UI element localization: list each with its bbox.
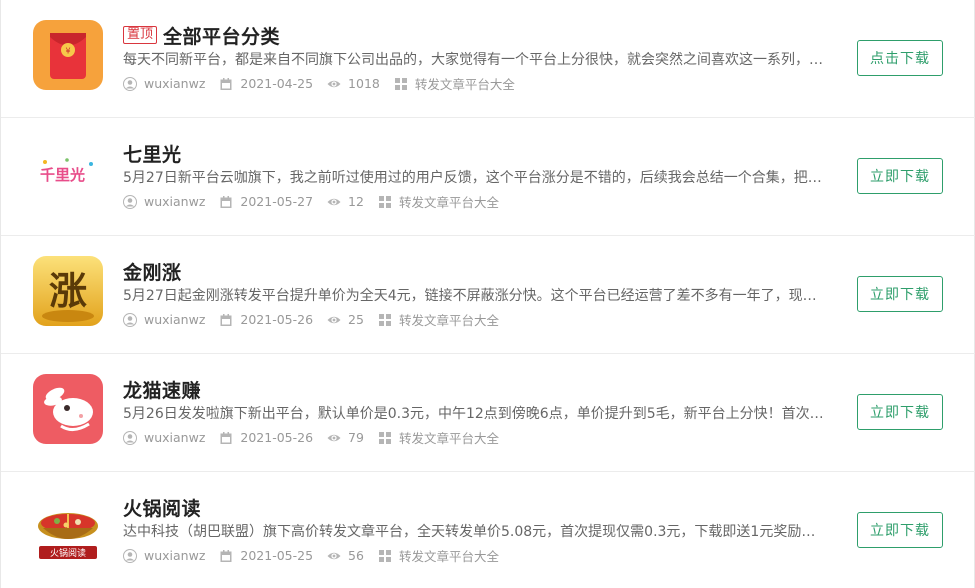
item-description: 5月27日起金刚涨转发平台提升单价为全天4元，链接不屏蔽涨分快。这个平台已经运营… — [123, 288, 828, 304]
platform-list: ¥ 置顶 全部平台分类 每天不同新平台，都是来自不同旗下公司出品的，大家觉得有一… — [0, 0, 975, 588]
post-date: 2021-05-26 — [240, 430, 314, 445]
item-meta: wuxianwz 2021-05-25 56 转发文章平台大全 — [123, 546, 513, 565]
user-icon — [123, 548, 137, 563]
author-name[interactable]: wuxianwz — [144, 76, 205, 91]
category-link[interactable]: 转发文章平台大全 — [399, 192, 499, 211]
item-meta: wuxianwz 2021-05-26 25 转发文章平台大全 — [123, 310, 513, 329]
view-count: 79 — [348, 430, 364, 445]
view-count: 12 — [348, 194, 364, 209]
list-item[interactable]: ¥ 置顶 全部平台分类 每天不同新平台，都是来自不同旗下公司出品的，大家觉得有一… — [1, 0, 975, 118]
author-name[interactable]: wuxianwz — [144, 548, 205, 563]
eye-icon — [327, 316, 341, 323]
download-button[interactable]: 点击下载 — [857, 40, 943, 76]
logo-text: 火锅阅读 — [50, 547, 86, 559]
item-title[interactable]: 火锅阅读 — [123, 494, 201, 521]
list-item[interactable]: 千里光 七里光 5月27日新平台云咖旗下，我之前听过使用过的用户反馈，这个平台涨… — [1, 118, 975, 236]
calendar-icon — [220, 549, 232, 562]
item-title[interactable]: 龙猫速赚 — [123, 376, 201, 403]
user-icon — [123, 194, 137, 209]
logo-text: 涨 — [49, 269, 87, 313]
svg-text:¥: ¥ — [65, 47, 70, 56]
download-button[interactable]: 立即下载 — [857, 394, 943, 430]
view-count: 25 — [348, 312, 364, 327]
author-name[interactable]: wuxianwz — [144, 430, 205, 445]
red-envelope-icon[interactable]: ¥ — [33, 20, 103, 90]
eye-icon — [327, 552, 341, 559]
item-description: 每天不同新平台，都是来自不同旗下公司出品的，大家觉得有一个平台上分很快，就会突然… — [123, 52, 823, 68]
list-item[interactable]: 火锅阅读 火锅阅读 达中科技（胡巴联盟）旗下高价转发文章平台，全天转发单价5.0… — [1, 472, 975, 588]
grid-icon — [378, 195, 391, 208]
download-button[interactable]: 立即下载 — [857, 512, 943, 548]
category-link[interactable]: 转发文章平台大全 — [399, 428, 499, 447]
item-description: 5月27日新平台云咖旗下，我之前听过使用过的用户反馈，这个平台涨分是不错的，后续… — [123, 170, 822, 186]
item-title[interactable]: 金刚涨 — [123, 258, 182, 285]
calendar-icon — [220, 313, 232, 326]
calendar-icon — [220, 431, 232, 444]
logo-text: 千里光 — [40, 166, 85, 184]
category-link[interactable]: 转发文章平台大全 — [415, 74, 515, 93]
hotpot-icon[interactable]: 火锅阅读 — [33, 492, 103, 562]
post-date: 2021-05-25 — [240, 548, 314, 563]
list-item[interactable]: 涨 金刚涨 5月27日起金刚涨转发平台提升单价为全天4元，链接不屏蔽涨分快。这个… — [1, 236, 975, 354]
view-count: 56 — [348, 548, 364, 563]
grid-icon — [378, 431, 391, 444]
category-link[interactable]: 转发文章平台大全 — [399, 546, 499, 565]
item-description: 达中科技（胡巴联盟）旗下高价转发文章平台，全天转发单价5.08元，首次提现仅需0… — [123, 524, 828, 540]
item-title[interactable]: 全部平台分类 — [163, 22, 280, 49]
grid-icon — [394, 77, 407, 90]
item-meta: wuxianwz 2021-04-25 1018 转发文章平台大全 — [123, 74, 529, 93]
user-icon — [123, 76, 137, 91]
rabbit-icon[interactable] — [33, 374, 103, 444]
item-description: 5月26日发发啦旗下新出平台，默认单价是0.3元，中午12点到傍晚6点，单价提升… — [123, 406, 828, 422]
pinned-badge: 置顶 — [123, 26, 158, 44]
post-date: 2021-05-27 — [240, 194, 314, 209]
post-date: 2021-05-26 — [240, 312, 314, 327]
item-title[interactable]: 七里光 — [123, 140, 182, 167]
category-link[interactable]: 转发文章平台大全 — [399, 310, 499, 329]
list-item[interactable]: 龙猫速赚 5月26日发发啦旗下新出平台，默认单价是0.3元，中午12点到傍晚6点… — [1, 354, 975, 472]
grid-icon — [378, 549, 391, 562]
gold-zhang-icon[interactable]: 涨 — [33, 256, 103, 326]
user-icon — [123, 430, 137, 445]
qiliguang-logo-icon[interactable]: 千里光 — [33, 138, 103, 208]
calendar-icon — [220, 77, 232, 90]
download-button[interactable]: 立即下载 — [857, 276, 943, 312]
download-button[interactable]: 立即下载 — [857, 158, 943, 194]
item-meta: wuxianwz 2021-05-26 79 转发文章平台大全 — [123, 428, 513, 447]
eye-icon — [327, 80, 341, 87]
view-count: 1018 — [348, 76, 380, 91]
user-icon — [123, 312, 137, 327]
grid-icon — [378, 313, 391, 326]
calendar-icon — [220, 195, 232, 208]
eye-icon — [327, 198, 341, 205]
post-date: 2021-04-25 — [240, 76, 314, 91]
item-meta: wuxianwz 2021-05-27 12 转发文章平台大全 — [123, 192, 513, 211]
author-name[interactable]: wuxianwz — [144, 194, 205, 209]
author-name[interactable]: wuxianwz — [144, 312, 205, 327]
eye-icon — [327, 434, 341, 441]
